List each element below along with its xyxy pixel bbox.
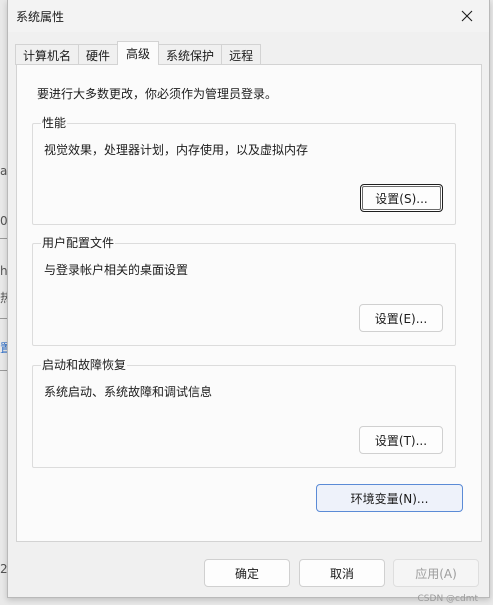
tab-computer-name[interactable]: 计算机名 — [15, 44, 80, 65]
user-profiles-settings-button[interactable]: 设置(E)... — [359, 304, 443, 332]
background-divider — [0, 318, 7, 319]
tab-hardware[interactable]: 硬件 — [78, 44, 119, 65]
background-divider — [0, 370, 7, 371]
startup-recovery-group: 启动和故障恢复 系统启动、系统故障和调试信息 设置(T)... — [32, 357, 456, 468]
cancel-button[interactable]: 取消 — [299, 559, 385, 587]
tab-strip: 计算机名 硬件 高级 系统保护 远程 — [15, 41, 262, 65]
background-divider — [0, 238, 7, 239]
tab-remote[interactable]: 远程 — [221, 44, 262, 65]
user-profiles-title: 用户配置文件 — [41, 235, 116, 251]
ok-button[interactable]: 确定 — [204, 559, 290, 587]
system-properties-dialog: 系统属性 计算机名 硬件 高级 系统保护 远程 要进行大多数更改，你必须作为管理… — [7, 0, 490, 598]
performance-group: 性能 视觉效果，处理器计划，内存使用，以及虚拟内存 设置(S)... — [32, 115, 456, 225]
startup-recovery-title: 启动和故障恢复 — [41, 357, 128, 373]
performance-settings-button[interactable]: 设置(S)... — [360, 184, 443, 212]
close-icon — [461, 10, 473, 22]
user-profiles-description: 与登录帐户相关的桌面设置 — [44, 263, 189, 277]
title-bar[interactable]: 系统属性 — [8, 0, 489, 32]
watermark: CSDN @cdmt — [417, 594, 478, 604]
tab-advanced[interactable]: 高级 — [117, 41, 160, 65]
performance-description: 视觉效果，处理器计划，内存使用，以及虚拟内存 — [44, 143, 309, 157]
startup-recovery-description: 系统启动、系统故障和调试信息 — [44, 385, 213, 399]
performance-title: 性能 — [41, 115, 68, 131]
admin-note: 要进行大多数更改，你必须作为管理员登录。 — [37, 87, 278, 101]
environment-variables-button[interactable]: 环境变量(N)... — [316, 484, 463, 512]
close-button[interactable] — [445, 0, 489, 32]
apply-button[interactable]: 应用(A) — [393, 559, 479, 587]
startup-recovery-settings-button[interactable]: 设置(T)... — [359, 426, 443, 454]
tab-system-protection[interactable]: 系统保护 — [158, 44, 223, 65]
window-title: 系统属性 — [16, 10, 65, 24]
user-profiles-group: 用户配置文件 与登录帐户相关的桌面设置 设置(E)... — [32, 235, 456, 346]
advanced-tab-panel: 要进行大多数更改，你必须作为管理员登录。 性能 视觉效果，处理器计划，内存使用，… — [16, 64, 482, 542]
